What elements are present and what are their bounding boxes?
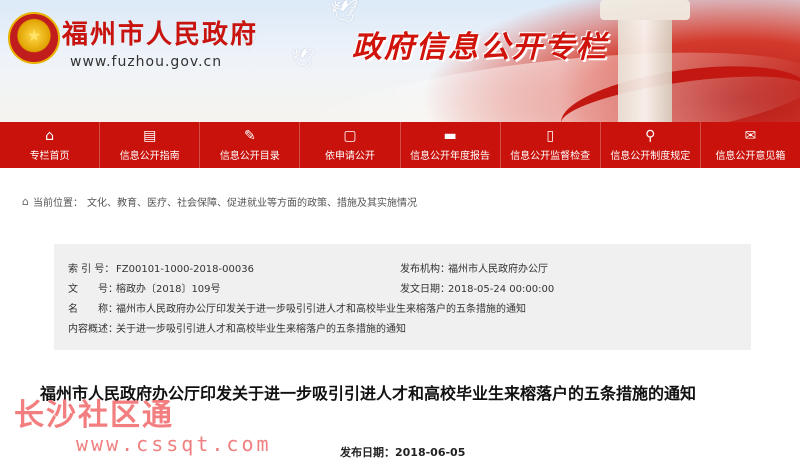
- nav-item-apply[interactable]: ▢ 依申请公开: [300, 122, 401, 168]
- meta-docdate-label: 发文日期：: [400, 284, 450, 295]
- meta-summary: 内容概述：关于进一步吸引引进人才和高校毕业生来榕落户的五条措施的通知: [68, 320, 406, 335]
- site-url[interactable]: www.fuzhou.gov.cn: [70, 54, 222, 70]
- meta-docno-value: 榕政办〔2018〕109号: [116, 284, 221, 295]
- huabiao-pillar-image: [600, 0, 690, 122]
- watermark-url: www.cssqt.com: [76, 432, 272, 456]
- nav-item-feedback[interactable]: ✉ 信息公开意见箱: [701, 122, 800, 168]
- clipboard-icon: ▯: [546, 128, 555, 144]
- nav-item-label: 信息公开目录: [219, 151, 280, 162]
- column-title: 政府信息公开专栏: [352, 30, 608, 65]
- guide-icon: ▤: [143, 128, 157, 144]
- home-icon: ⌂: [45, 128, 54, 144]
- nav-item-label: 信息公开意见箱: [715, 151, 786, 162]
- nav-item-guide[interactable]: ▤ 信息公开指南: [100, 122, 201, 168]
- nav-item-label: 信息公开指南: [119, 151, 180, 162]
- breadcrumb-item[interactable]: 文化、教育、医疗、社会保障、促进就业等方面的政策、措施及其实施情况: [87, 194, 417, 209]
- document-metadata-panel: 索 引 号： FZ00101-1000-2018-00036 发布机构：福州市人民…: [54, 244, 751, 350]
- meta-docdate: 发文日期：2018-05-24 00:00:00: [400, 280, 554, 295]
- meta-summary-value: 关于进一步吸引引进人才和高校毕业生来榕落户的五条措施的通知: [116, 324, 406, 335]
- nav-item-supervision[interactable]: ▯ 信息公开监督检查: [501, 122, 601, 168]
- meta-summary-label: 内容概述：: [68, 324, 118, 335]
- document-icon: ▢: [343, 128, 357, 144]
- nav-item-label: 信息公开制度规定: [610, 151, 691, 162]
- meta-docno-label: 文 号：: [68, 284, 118, 295]
- nav-item-annual-report[interactable]: ▬ 信息公开年度报告: [401, 122, 501, 168]
- meta-name-label: 名 称：: [68, 304, 118, 315]
- content-area: ⌂ 当前位置： 文化、教育、医疗、社会保障、促进就业等方面的政策、措施及其实施情…: [0, 168, 800, 469]
- meta-docno: 文 号：榕政办〔2018〕109号: [68, 280, 221, 295]
- meta-publisher-label: 发布机构：: [400, 264, 450, 275]
- nav-item-label: 依申请公开: [324, 151, 375, 162]
- header-banner: 🕊 🕊 🕊 ★ 福州市人民政府 www.fuzhou.gov.cn 政府信息公开…: [0, 0, 800, 122]
- catalog-icon: ✎: [243, 128, 256, 144]
- meta-docdate-value: 2018-05-24 00:00:00: [448, 284, 555, 295]
- site-title[interactable]: 福州市人民政府: [62, 14, 258, 51]
- nav-item-label: 信息公开监督检查: [510, 151, 591, 162]
- breadcrumb-prefix: 当前位置：: [32, 198, 83, 209]
- meta-index-value: FZ00101-1000-2018-00036: [116, 264, 254, 275]
- meta-name-value: 福州市人民政府办公厅印发关于进一步吸引引进人才和高校毕业生来榕落户的五条措施的通…: [116, 304, 526, 315]
- search-icon: ⚲: [645, 128, 656, 144]
- home-icon[interactable]: ⌂: [22, 195, 29, 208]
- meta-publisher: 发布机构：福州市人民政府办公厅: [400, 260, 548, 275]
- mailbox-icon: ✉: [744, 128, 757, 144]
- folder-icon: ▬: [443, 128, 457, 144]
- dove-image: 🕊: [292, 48, 315, 69]
- meta-publisher-value: 福州市人民政府办公厅: [448, 264, 548, 275]
- meta-index: 索 引 号： FZ00101-1000-2018-00036: [68, 260, 254, 275]
- nav-item-catalog[interactable]: ✎ 信息公开目录: [200, 122, 301, 168]
- breadcrumb: ⌂ 当前位置： 文化、教育、医疗、社会保障、促进就业等方面的政策、措施及其实施情…: [22, 194, 417, 209]
- meta-index-label: 索 引 号：: [68, 264, 115, 275]
- publish-date: 发布日期：2018-06-05: [340, 446, 466, 459]
- nav-item-label: 信息公开年度报告: [410, 151, 491, 162]
- meta-name: 名 称：福州市人民政府办公厅印发关于进一步吸引引进人才和高校毕业生来榕落户的五条…: [68, 300, 526, 315]
- national-emblem-logo[interactable]: ★: [8, 12, 60, 64]
- nav-item-home[interactable]: ⌂ 专栏首页: [0, 122, 101, 168]
- watermark-name: 长沙社区通: [14, 398, 174, 433]
- main-nav: ⌂ 专栏首页 ▤ 信息公开指南 ✎ 信息公开目录 ▢ 依申请公开 ▬ 信息公开年…: [0, 122, 800, 168]
- nav-item-label: 专栏首页: [29, 151, 70, 162]
- nav-item-regulations[interactable]: ⚲ 信息公开制度规定: [601, 122, 701, 168]
